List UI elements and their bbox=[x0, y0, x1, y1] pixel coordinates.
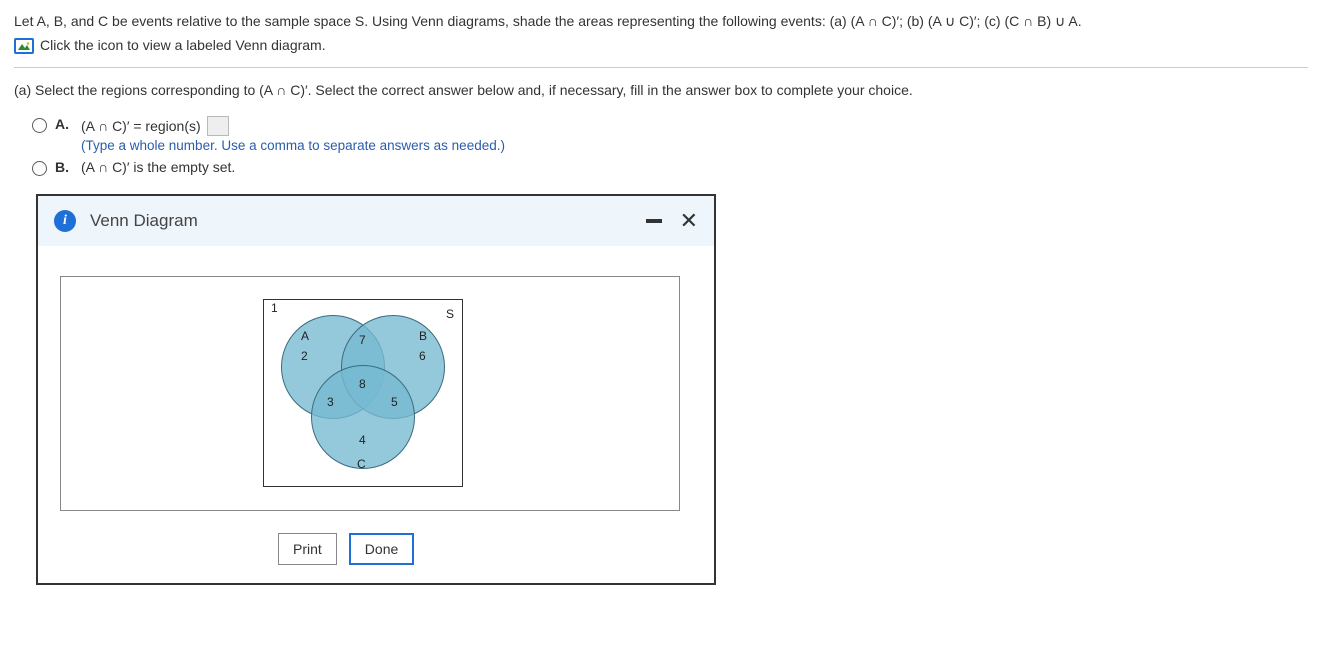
click-hint-text: Click the icon to view a labeled Venn di… bbox=[40, 34, 326, 56]
set-C-label: C bbox=[357, 457, 366, 471]
set-A-label: A bbox=[301, 329, 309, 343]
choice-A-hint: (Type a whole number. Use a comma to sep… bbox=[81, 138, 505, 153]
venn-dialog: i Venn Diagram ✕ 1 S A B 7 2 6 8 3 5 bbox=[36, 194, 716, 585]
region-5-label: 5 bbox=[391, 395, 398, 409]
set-S-label: S bbox=[446, 307, 454, 321]
dialog-title: Venn Diagram bbox=[90, 211, 646, 231]
region-3-label: 3 bbox=[327, 395, 334, 409]
done-button[interactable]: Done bbox=[349, 533, 414, 565]
view-diagram-icon[interactable] bbox=[14, 38, 34, 54]
region-7-label: 7 bbox=[359, 333, 366, 347]
radio-icon[interactable] bbox=[32, 118, 47, 133]
set-B-label: B bbox=[419, 329, 427, 343]
divider bbox=[14, 67, 1308, 68]
print-button[interactable]: Print bbox=[278, 533, 337, 565]
close-icon[interactable]: ✕ bbox=[680, 210, 698, 232]
choice-B-row[interactable]: B. (A ∩ C)′ is the empty set. bbox=[32, 159, 1308, 176]
region-2-label: 2 bbox=[301, 349, 308, 363]
info-icon: i bbox=[54, 210, 76, 232]
question-statement: Let A, B, and C be events relative to th… bbox=[14, 10, 1308, 32]
minimize-icon[interactable] bbox=[646, 219, 662, 223]
region-1-label: 1 bbox=[271, 301, 278, 315]
region-4-label: 4 bbox=[359, 433, 366, 447]
part-a-prompt: (a) Select the regions corresponding to … bbox=[14, 82, 1308, 98]
answer-input[interactable] bbox=[207, 116, 229, 136]
choice-B-text: (A ∩ C)′ is the empty set. bbox=[81, 159, 235, 175]
radio-icon[interactable] bbox=[32, 161, 47, 176]
choice-A-row[interactable]: A. (A ∩ C)′ = region(s) (Type a whole nu… bbox=[32, 116, 1308, 153]
region-6-label: 6 bbox=[419, 349, 426, 363]
dialog-header: i Venn Diagram ✕ bbox=[38, 196, 714, 246]
choice-B-letter: B. bbox=[55, 159, 73, 175]
region-8-label: 8 bbox=[359, 377, 366, 391]
choice-A-text: (A ∩ C)′ = region(s) bbox=[81, 118, 201, 134]
venn-frame: 1 S A B 7 2 6 8 3 5 4 C bbox=[60, 276, 680, 511]
choice-A-letter: A. bbox=[55, 116, 73, 132]
